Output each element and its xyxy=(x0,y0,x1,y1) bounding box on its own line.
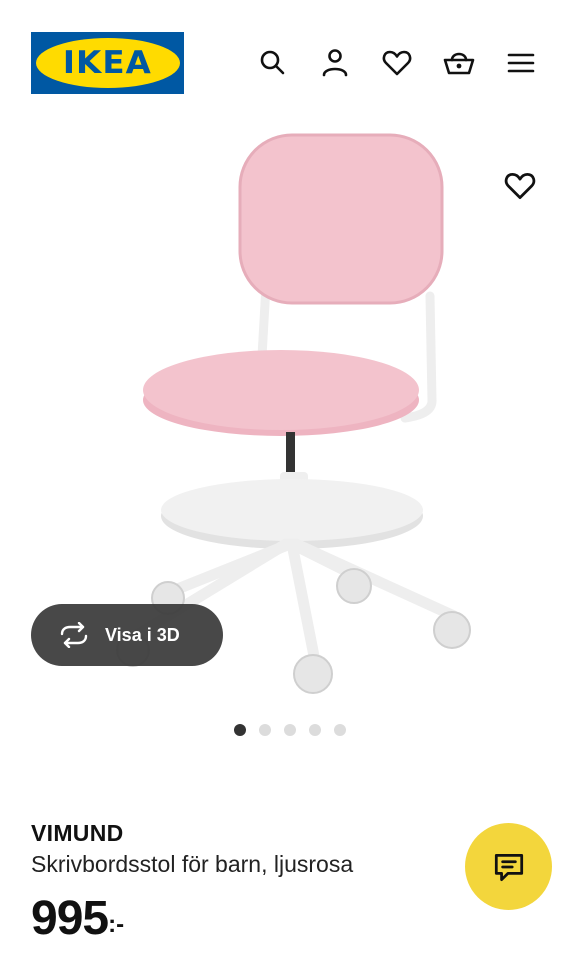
site-header: IKEA xyxy=(0,0,583,126)
carousel-dot-4[interactable] xyxy=(309,724,321,736)
carousel-dot-2[interactable] xyxy=(259,724,271,736)
price-suffix: :- xyxy=(108,911,125,938)
carousel-dot-1[interactable] xyxy=(234,724,246,736)
chat-bubble-icon xyxy=(494,853,523,881)
search-icon[interactable] xyxy=(256,46,290,80)
add-to-favorites-button[interactable] xyxy=(502,168,538,204)
ikea-logo[interactable]: IKEA xyxy=(31,32,184,94)
product-description: Skrivbordsstol för barn, ljusrosa xyxy=(31,851,354,877)
chat-button[interactable] xyxy=(465,823,552,910)
logo-text: IKEA xyxy=(63,45,152,81)
rotate-arrows-icon xyxy=(57,622,91,648)
wishlist-heart-icon[interactable] xyxy=(380,46,414,80)
view-in-3d-button[interactable]: Visa i 3D xyxy=(31,604,223,666)
product-name: VIMUND xyxy=(31,820,124,846)
image-carousel-dots xyxy=(234,724,346,736)
price-amount: 995 xyxy=(31,892,109,945)
logo-oval: IKEA xyxy=(35,38,180,88)
shopping-basket-icon[interactable] xyxy=(442,46,476,80)
carousel-dot-5[interactable] xyxy=(334,724,346,736)
view-in-3d-label: Visa i 3D xyxy=(105,624,180,645)
menu-icon[interactable] xyxy=(504,46,538,80)
product-price: 995 :- xyxy=(31,890,124,948)
carousel-dot-3[interactable] xyxy=(284,724,296,736)
account-icon[interactable] xyxy=(318,46,352,80)
